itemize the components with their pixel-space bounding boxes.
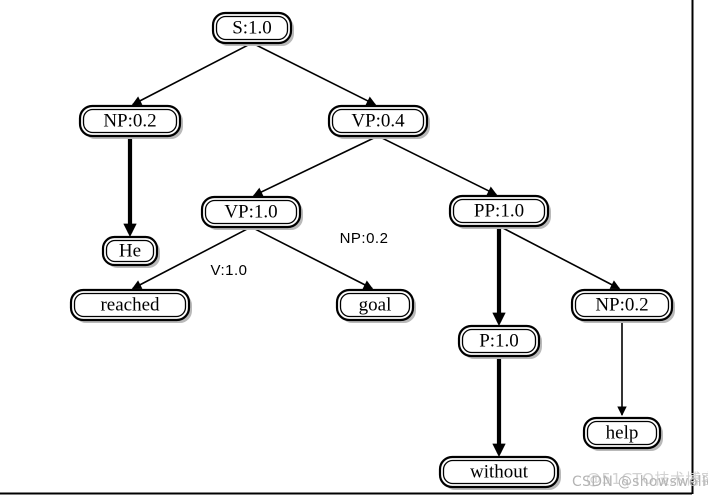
tree-node-pp1[interactable]: PP:1.0	[448, 194, 551, 229]
edge-s-to-np1	[131, 43, 251, 106]
node-label: NP:0.2	[595, 294, 648, 315]
node-label: without	[470, 461, 529, 482]
node-label: VP:0.4	[351, 110, 405, 131]
edge-s-to-vp1	[253, 43, 377, 106]
edge-labels-layer: V:1.0 NP:0.2	[211, 230, 389, 279]
edge-vp1-to-pp1	[379, 136, 498, 196]
node-label: help	[606, 422, 639, 443]
tree-node-help[interactable]: help	[582, 416, 663, 451]
parse-tree-figure: S:1.0 NP:0.2 VP:0.4 VP:1.0 PP:1.0 He reached go…	[0, 0, 708, 500]
node-label: NP:0.2	[103, 110, 156, 131]
node-label: S:1.0	[232, 17, 272, 38]
node-label: PP:1.0	[474, 200, 524, 221]
edge-label-np: NP:0.2	[340, 230, 389, 247]
edge-vp1-to-vp2	[252, 136, 377, 197]
tree-node-vp1[interactable]: VP:0.4	[327, 104, 430, 139]
tree-node-np1[interactable]: NP:0.2	[78, 104, 183, 139]
nodes-layer: S:1.0 NP:0.2 VP:0.4 VP:1.0 PP:1.0 He reached go…	[69, 11, 675, 490]
node-label: reached	[100, 294, 160, 315]
watermark-csdn: CSDN @showswoller	[572, 474, 708, 490]
tree-node-he[interactable]: He	[101, 235, 160, 268]
tree-node-s[interactable]: S:1.0	[211, 11, 294, 46]
node-label: VP:1.0	[224, 201, 277, 222]
node-label: P:1.0	[479, 330, 519, 351]
tree-node-vp2[interactable]: VP:1.0	[200, 195, 303, 230]
parse-tree-svg: S:1.0 NP:0.2 VP:0.4 VP:1.0 PP:1.0 He reached go…	[0, 0, 694, 495]
tree-node-without[interactable]: without	[438, 455, 561, 490]
tree-node-goal[interactable]: goal	[335, 288, 416, 323]
edge-pp1-to-np2	[500, 226, 621, 290]
tree-node-p1[interactable]: P:1.0	[457, 324, 542, 359]
tree-node-np2[interactable]: NP:0.2	[570, 288, 675, 323]
tree-node-reach[interactable]: reached	[69, 288, 192, 323]
node-label: He	[119, 240, 141, 261]
edge-label-v: V:1.0	[211, 262, 248, 279]
node-label: goal	[359, 294, 392, 315]
